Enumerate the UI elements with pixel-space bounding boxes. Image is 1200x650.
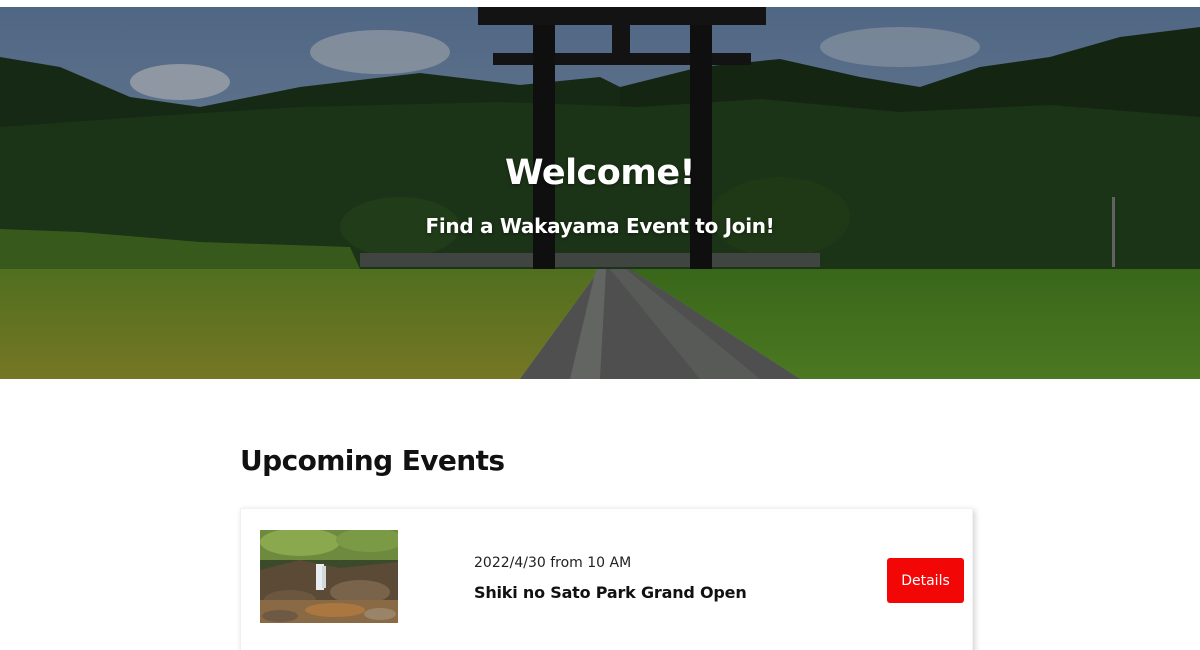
hero-title: Welcome!	[504, 153, 696, 193]
waterfall-image	[260, 530, 398, 623]
event-name: Shiki no Sato Park Grand Open	[474, 583, 747, 602]
event-date: 2022/4/30 from 10 AM	[474, 555, 632, 571]
event-card: 2022/4/30 from 10 AM Shiki no Sato Park …	[240, 508, 973, 650]
hero-subtitle: Find a Wakayama Event to Join!	[425, 214, 775, 238]
hero-overlay	[0, 7, 1200, 379]
details-button[interactable]: Details	[887, 558, 964, 603]
event-thumbnail	[260, 530, 398, 623]
top-strip	[0, 0, 1200, 7]
upcoming-events-heading: Upcoming Events	[240, 444, 505, 477]
hero-banner: Welcome! Find a Wakayama Event to Join!	[0, 7, 1200, 379]
